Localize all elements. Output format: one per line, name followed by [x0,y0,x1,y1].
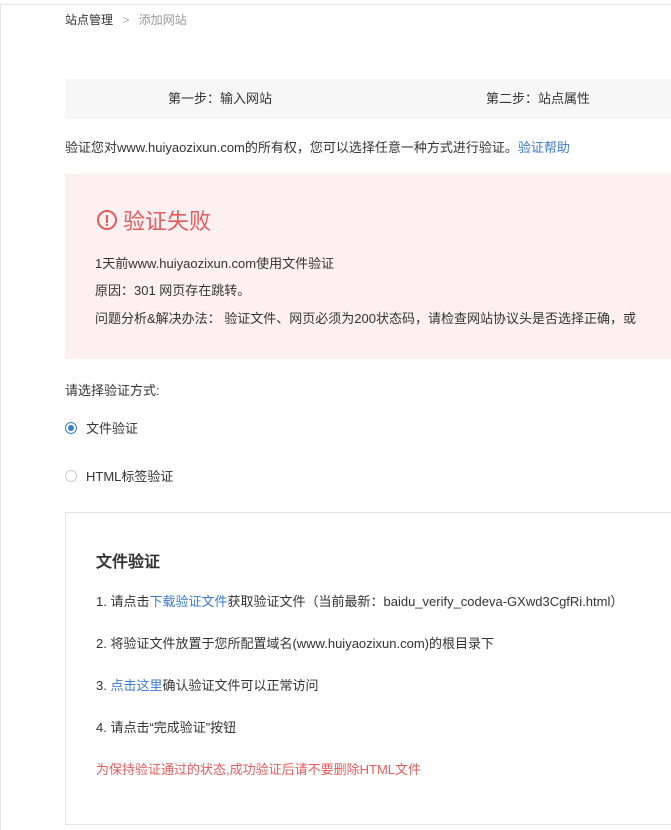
file-verify-panel: 文件验证 1. 请点击下载验证文件获取验证文件（当前最新：baidu_verif… [65,512,671,825]
file-verify-title: 文件验证 [96,554,161,571]
file-step-3-suffix: 确认验证文件可以正常访问 [162,678,319,693]
intro-message: 验证您对www.huiyaozixun.com的所有权，您可以选择任意一种方式进… [65,140,518,155]
radio-checked-icon[interactable] [65,421,77,434]
file-step-1: 1. 请点击下载验证文件获取验证文件（当前最新：baidu_verify_cod… [96,591,623,610]
failure-solution: 问题分析&解决办法： 验证文件、网页必须为200状态码，请检查网站协议头是否选择… [95,311,636,326]
radio-unchecked-icon[interactable] [65,469,77,482]
file-step-3-prefix: 3. [96,678,111,693]
method-label: 请选择验证方式: [65,383,160,398]
radio-html-tag-label: HTML标签验证 [86,469,174,484]
file-step-1-prefix: 1. 请点击 [96,594,150,609]
file-step-1-suffix: 获取验证文件（当前最新：baidu_verify_codeva-GXwd3Cgf… [227,594,624,609]
keep-file-warning: 为保持验证通过的状态,成功验证后请不要删除HTML文件 [96,762,422,777]
verify-failed-title: 验证失败 [97,204,211,236]
radio-html-tag-verify[interactable]: HTML标签验证 [65,466,173,485]
breadcrumb-root-link[interactable]: 站点管理 [65,13,113,27]
step-two: 第二步：站点属性 [486,91,591,106]
radio-file-verify[interactable]: 文件验证 [65,418,138,437]
breadcrumb-separator-icon: > [122,13,130,27]
breadcrumb: 站点管理 > 添加网站 [65,11,187,28]
file-step-3: 3. 点击这里确认验证文件可以正常访问 [96,675,319,694]
failure-history: 1天前www.huiyaozixun.com使用文件验证 [95,256,335,271]
file-step-2: 2. 将验证文件放置于您所配置域名(www.huiyaozixun.com)的根… [96,636,494,651]
verify-failed-panel: 验证失败 1天前www.huiyaozixun.com使用文件验证 原因：301… [65,174,671,359]
steps-bar: 第一步：输入网站 第二步：站点属性 [65,79,671,119]
file-step-4: 4. 请点击“完成验证”按钮 [96,720,237,735]
verify-failed-heading: 验证失败 [123,209,212,234]
step-one: 第一步：输入网站 [168,91,273,106]
verify-help-link[interactable]: 验证帮助 [518,140,570,155]
download-verify-file-link[interactable]: 下载验证文件 [149,594,227,609]
failure-reason: 原因：301 网页存在跳转。 [95,283,251,298]
radio-file-verify-label: 文件验证 [86,421,139,436]
breadcrumb-current: 添加网站 [138,13,187,27]
intro-text: 验证您对www.huiyaozixun.com的所有权，您可以选择任意一种方式进… [65,137,570,156]
check-file-access-link[interactable]: 点击这里 [110,678,162,693]
alert-circle-icon [97,210,117,230]
